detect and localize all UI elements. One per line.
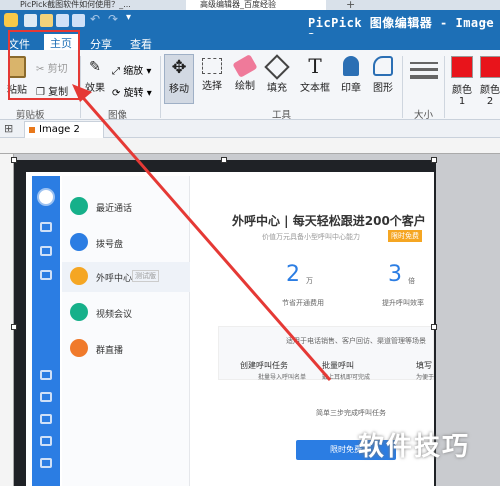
annotation-arrow xyxy=(72,84,332,381)
watermark: 软件技巧 xyxy=(358,432,471,462)
